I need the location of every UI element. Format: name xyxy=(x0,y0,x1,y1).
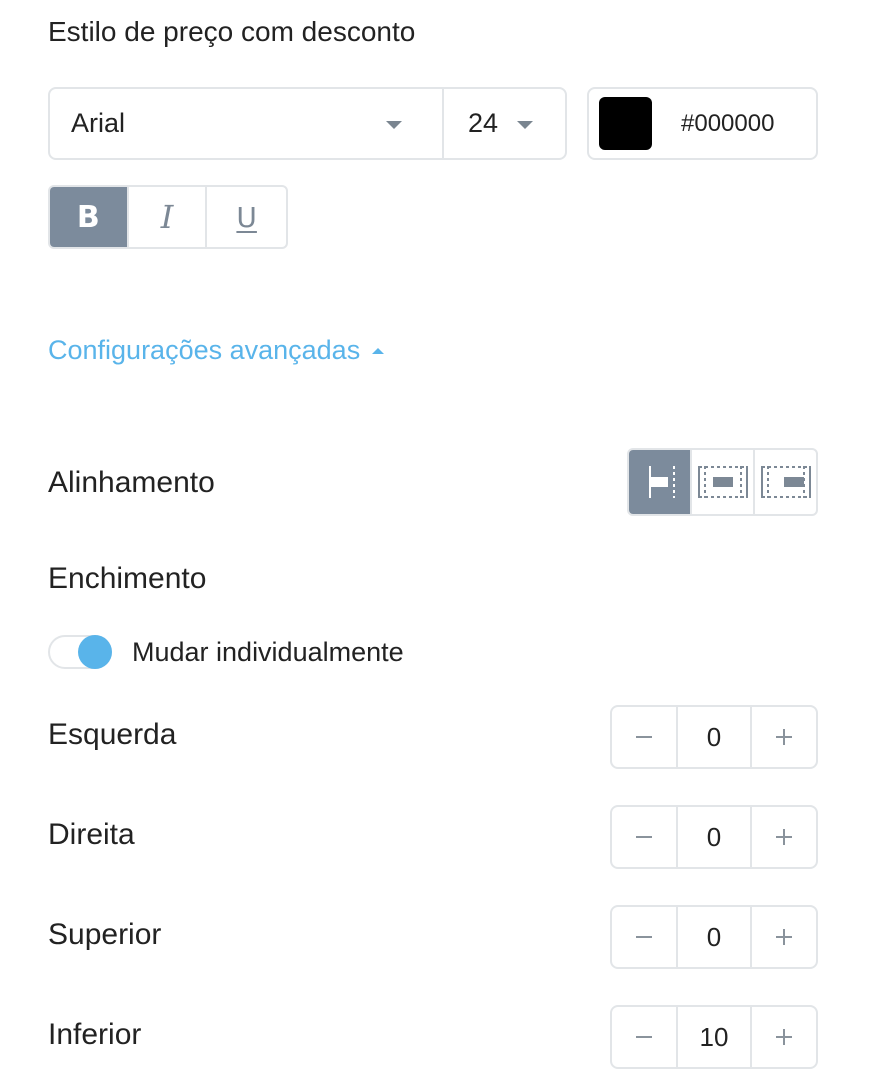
padding-label: Enchimento xyxy=(48,562,207,595)
alignment-label: Alinhamento xyxy=(48,466,215,499)
color-hex-value: #000000 xyxy=(681,109,775,137)
align-right-icon xyxy=(760,466,811,498)
increment-button[interactable] xyxy=(752,807,816,867)
section-title: Estilo de preço com desconto xyxy=(48,16,416,47)
italic-button[interactable]: I xyxy=(129,187,208,247)
bold-button[interactable]: B xyxy=(50,187,129,247)
padding-bottom-value[interactable]: 10 xyxy=(676,1007,752,1067)
minus-icon xyxy=(636,836,652,838)
increment-button[interactable] xyxy=(752,1007,816,1067)
underline-icon: U xyxy=(236,200,257,234)
plus-icon xyxy=(776,1029,792,1045)
chevron-down-icon xyxy=(517,121,533,129)
padding-left-value[interactable]: 0 xyxy=(676,707,752,767)
bold-icon: B xyxy=(76,199,100,235)
decrement-button[interactable] xyxy=(612,707,676,767)
font-size-select[interactable]: 24 xyxy=(444,89,565,158)
underline-button[interactable]: U xyxy=(207,187,286,247)
font-settings-group: Arial 24 xyxy=(48,87,567,160)
advanced-settings-label: Configurações avançadas xyxy=(48,335,361,365)
font-family-select[interactable]: Arial xyxy=(50,89,444,158)
individual-padding-toggle-row: Mudar individualmente xyxy=(48,635,404,669)
decrement-button[interactable] xyxy=(612,907,676,967)
alignment-group xyxy=(627,448,818,516)
align-center-button[interactable] xyxy=(692,450,755,514)
text-style-group: B I U xyxy=(48,185,288,249)
color-picker[interactable]: #000000 xyxy=(587,87,818,160)
padding-bottom-label: Inferior xyxy=(48,1018,142,1051)
padding-right-stepper: 0 xyxy=(610,805,818,869)
minus-icon xyxy=(636,936,652,938)
toggle-label: Mudar individualmente xyxy=(132,636,404,667)
individual-padding-toggle[interactable] xyxy=(48,635,112,669)
minus-icon xyxy=(636,1036,652,1038)
font-family-value: Arial xyxy=(71,108,126,138)
padding-right-label: Direita xyxy=(48,818,135,851)
font-size-value: 24 xyxy=(468,108,499,138)
minus-icon xyxy=(636,736,652,738)
align-center-icon xyxy=(697,466,748,498)
padding-left-label: Esquerda xyxy=(48,718,177,751)
increment-button[interactable] xyxy=(752,707,816,767)
chevron-down-icon xyxy=(386,121,402,129)
padding-top-stepper: 0 xyxy=(610,905,818,969)
padding-left-stepper: 0 xyxy=(610,705,818,769)
plus-icon xyxy=(776,829,792,845)
plus-icon xyxy=(776,929,792,945)
advanced-settings-toggle[interactable]: Configurações avançadas xyxy=(48,335,385,366)
padding-right-value[interactable]: 0 xyxy=(676,807,752,867)
plus-icon xyxy=(776,729,792,745)
padding-bottom-stepper: 10 xyxy=(610,1005,818,1069)
decrement-button[interactable] xyxy=(612,807,676,867)
padding-top-value[interactable]: 0 xyxy=(676,907,752,967)
align-left-icon xyxy=(648,466,675,498)
increment-button[interactable] xyxy=(752,907,816,967)
toggle-knob xyxy=(78,635,112,669)
align-left-button[interactable] xyxy=(629,450,692,514)
padding-top-label: Superior xyxy=(48,918,162,951)
italic-icon: I xyxy=(160,198,174,236)
decrement-button[interactable] xyxy=(612,1007,676,1067)
align-right-button[interactable] xyxy=(755,450,816,514)
color-swatch[interactable] xyxy=(599,97,652,150)
caret-up-icon xyxy=(372,347,385,354)
